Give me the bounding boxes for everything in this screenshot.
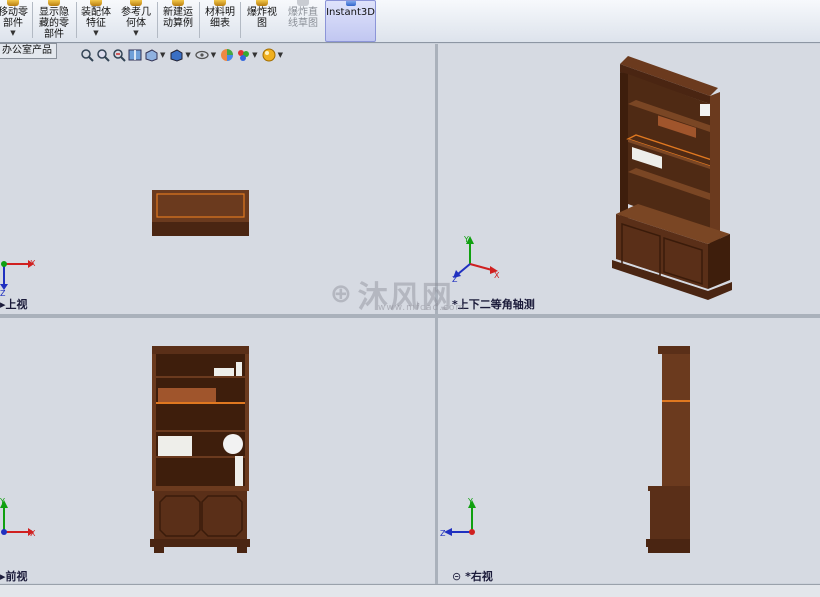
reference-geometry-button[interactable]: 参考几 何体 ▼ (118, 0, 154, 40)
axis-y-label: Y (463, 235, 469, 244)
axis-triad: Y Z (440, 497, 476, 538)
heads-up-view-toolbar: ▼ ▼ ▼ ▼ ▼ (80, 46, 285, 64)
view-settings-icon[interactable] (262, 48, 276, 62)
status-bar (0, 584, 820, 597)
assembly-features-button[interactable]: 装配体 特征 ▼ (78, 0, 114, 40)
axis-x-label: X (30, 259, 36, 268)
axis-y-label: Y (467, 497, 473, 506)
display-style-icon[interactable] (169, 48, 183, 62)
zoom-to-fit-icon[interactable] (80, 48, 94, 62)
new-motion-study-button[interactable]: 新建运 动算例 (160, 0, 196, 40)
move-component-icon (7, 0, 19, 6)
axis-y-label: Y (0, 497, 5, 506)
assembly-features-icon (90, 0, 102, 6)
bill-of-materials-button[interactable]: 材料明 细表 (202, 0, 238, 40)
viewport-isometric[interactable]: Y X Z *上下二等角轴测 (438, 44, 820, 314)
apply-scene-icon[interactable] (236, 48, 250, 62)
explode-line-sketch-button[interactable]: 爆炸直 线草图 (283, 0, 323, 40)
axis-x-label: X (30, 529, 36, 538)
axis-triad: X Z (0, 259, 36, 298)
chevron-down-icon[interactable]: ▼ (10, 29, 15, 37)
instant3d-button[interactable]: Instant3D (325, 0, 376, 42)
move-component-button[interactable]: 移动零 部件 ▼ (0, 0, 30, 40)
exploded-view-icon (256, 0, 268, 6)
ribbon-separator (76, 2, 77, 38)
explode-line-icon (297, 0, 309, 6)
ribbon-separator (157, 2, 158, 38)
axis-triad: Y X (0, 497, 36, 538)
chevron-down-icon[interactable]: ▼ (185, 51, 190, 59)
ribbon-separator (32, 2, 33, 38)
chevron-down-icon[interactable]: ▼ (211, 51, 216, 59)
document-tab[interactable]: 办公室产品 (0, 43, 57, 59)
edit-appearance-icon[interactable] (220, 48, 234, 62)
ribbon-separator (199, 2, 200, 38)
chevron-down-icon[interactable]: ▼ (278, 51, 283, 59)
front-view-model (150, 346, 250, 553)
section-view-icon[interactable] (128, 48, 142, 62)
watermark-url: www.mfcad.com (378, 303, 466, 313)
zoom-to-area-icon[interactable] (96, 48, 110, 62)
chevron-down-icon[interactable]: ▼ (252, 51, 257, 59)
view-orientation-icon[interactable] (144, 48, 158, 62)
command-manager-ribbon: 移动零 部件 ▼ 显示隐 藏的零 部件 装配体 特征 ▼ 参考几 何体 ▼ 新建… (0, 0, 820, 43)
show-hidden-icon (48, 0, 60, 6)
chevron-down-icon[interactable]: ▼ (133, 29, 138, 37)
exploded-view-button[interactable]: 爆炸视 图 (243, 0, 281, 40)
viewport-front-label: ▸前视 (0, 570, 28, 583)
axis-triad: Y X Z (452, 235, 500, 284)
show-hidden-components-button[interactable]: 显示隐 藏的零 部件 (36, 0, 72, 40)
axis-z-label: Z (440, 529, 446, 538)
viewport-right[interactable]: Y Z ⊝ *右视 (438, 318, 820, 583)
watermark-logo-icon: ⊕ (330, 279, 354, 309)
chevron-down-icon[interactable]: ▼ (160, 51, 165, 59)
viewport-top-label: ▸上视 (0, 298, 28, 311)
ribbon-separator (240, 2, 241, 38)
link-icon: ⊝ (452, 570, 462, 583)
bom-icon (214, 0, 226, 6)
motion-study-icon (172, 0, 184, 6)
previous-view-icon[interactable] (112, 48, 126, 62)
right-view-model (646, 346, 690, 553)
hide-show-items-icon[interactable] (195, 48, 209, 62)
axis-x-label: X (494, 271, 500, 280)
reference-geometry-icon (130, 0, 142, 6)
instant3d-icon (345, 1, 356, 6)
viewport-right-label: ⊝ *右视 (452, 570, 493, 583)
chevron-down-icon[interactable]: ▼ (93, 29, 98, 37)
viewport-front[interactable]: Y X ▸前视 (0, 318, 435, 583)
